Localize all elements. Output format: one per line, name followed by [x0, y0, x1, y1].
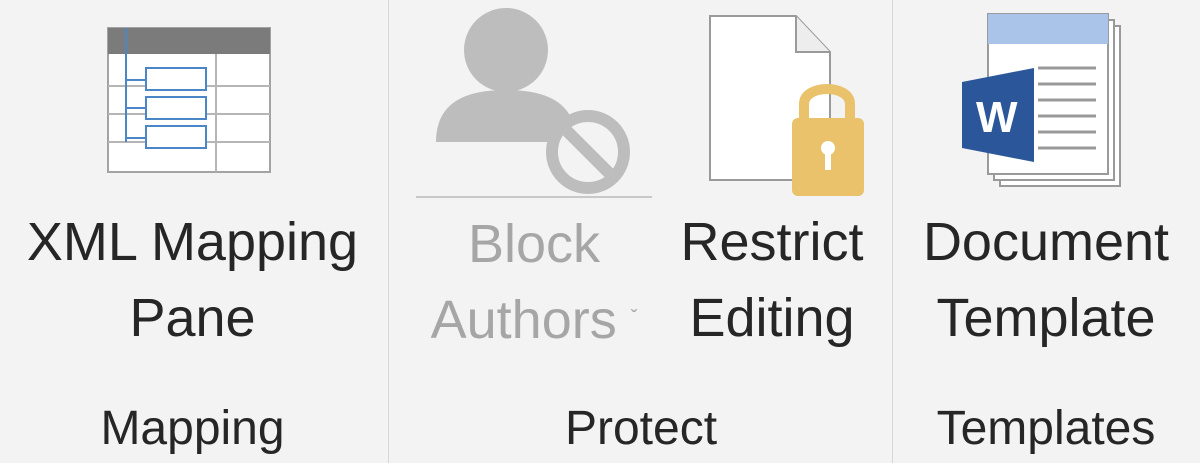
- xml-mapping-pane-icon: [106, 26, 272, 174]
- block-authors-label-line2: Authors ˇ: [400, 282, 668, 362]
- xml-mapping-pane-button[interactable]: XML Mapping Pane: [0, 0, 385, 390]
- document-template-label-line1: Document: [922, 212, 1170, 272]
- xml-mapping-pane-label-line2: Pane: [129, 288, 256, 348]
- xml-mapping-pane-label-line1: XML Mapping: [26, 212, 359, 272]
- document-template-icon: W: [962, 12, 1130, 192]
- block-authors-label-text: Authors: [430, 290, 617, 350]
- group-separator: [388, 0, 389, 463]
- block-authors-label-line1: Block: [467, 214, 601, 274]
- split-button-divider: [416, 196, 652, 198]
- block-authors-icon: [430, 2, 640, 202]
- group-label-protect: Protect: [564, 402, 718, 455]
- svg-text:W: W: [976, 93, 1018, 142]
- dropdown-arrow-icon[interactable]: ˇ: [631, 280, 638, 356]
- restrict-editing-label-line1: Restrict: [680, 212, 864, 272]
- group-label-mapping: Mapping: [100, 402, 285, 455]
- restrict-editing-button[interactable]: Restrict Editing: [672, 0, 872, 390]
- document-template-label-line2: Template: [936, 288, 1156, 348]
- block-authors-button[interactable]: Block Authors ˇ: [400, 0, 668, 390]
- ribbon: XML Mapping Pane Mapping Block Authorsˇ: [0, 0, 1200, 463]
- restrict-editing-label-line2: Editing: [689, 288, 855, 348]
- document-template-button[interactable]: W Document Template: [896, 0, 1196, 390]
- group-separator: [892, 0, 893, 463]
- group-label-templates: Templates: [936, 402, 1156, 455]
- restrict-editing-icon: [708, 14, 868, 200]
